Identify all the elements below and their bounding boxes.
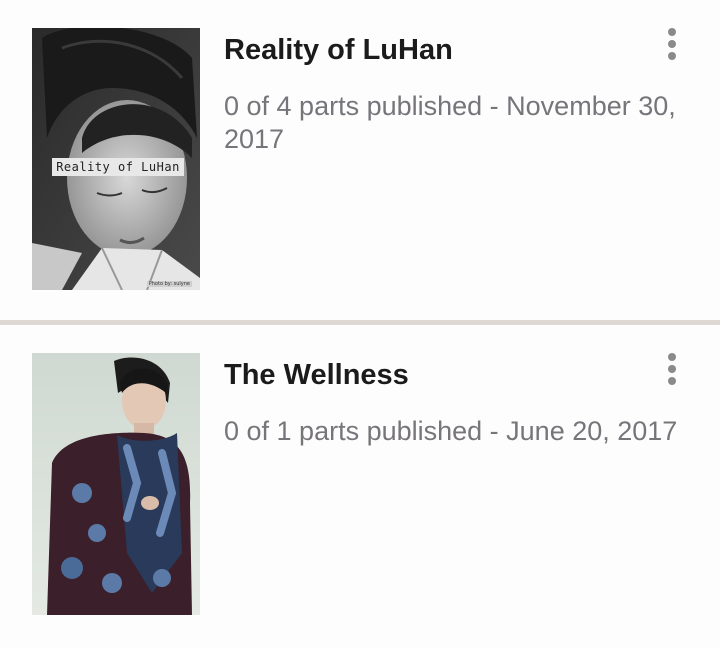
- more-vertical-icon-dot: [668, 365, 676, 373]
- story-card[interactable]: The Wellness 0 of 1 parts published - Ju…: [0, 325, 720, 648]
- story-meta: 0 of 4 parts published - November 30, 20…: [224, 91, 676, 154]
- more-vertical-icon-dot: [668, 377, 676, 385]
- more-vertical-icon: [668, 28, 676, 36]
- story-cover-image[interactable]: [32, 353, 200, 615]
- story-cover-image[interactable]: Reality of LuHan Photo by: sulyne: [32, 28, 200, 290]
- more-options-button[interactable]: [656, 22, 688, 66]
- cover-photo-color: [32, 353, 200, 615]
- more-vertical-icon-dot: [668, 40, 676, 48]
- more-options-button[interactable]: [656, 347, 688, 391]
- story-meta: 0 of 1 parts published - June 20, 2017: [224, 416, 678, 446]
- story-title[interactable]: Reality of LuHan: [224, 34, 453, 67]
- more-vertical-icon: [668, 353, 676, 361]
- cover-title-text: Reality of LuHan: [52, 158, 184, 176]
- cover-credit-text: Photo by: sulyne: [146, 281, 192, 287]
- more-vertical-icon-dot: [668, 52, 676, 60]
- story-title[interactable]: The Wellness: [224, 359, 409, 392]
- story-card[interactable]: Reality of LuHan Photo by: sulyne Realit…: [0, 0, 720, 320]
